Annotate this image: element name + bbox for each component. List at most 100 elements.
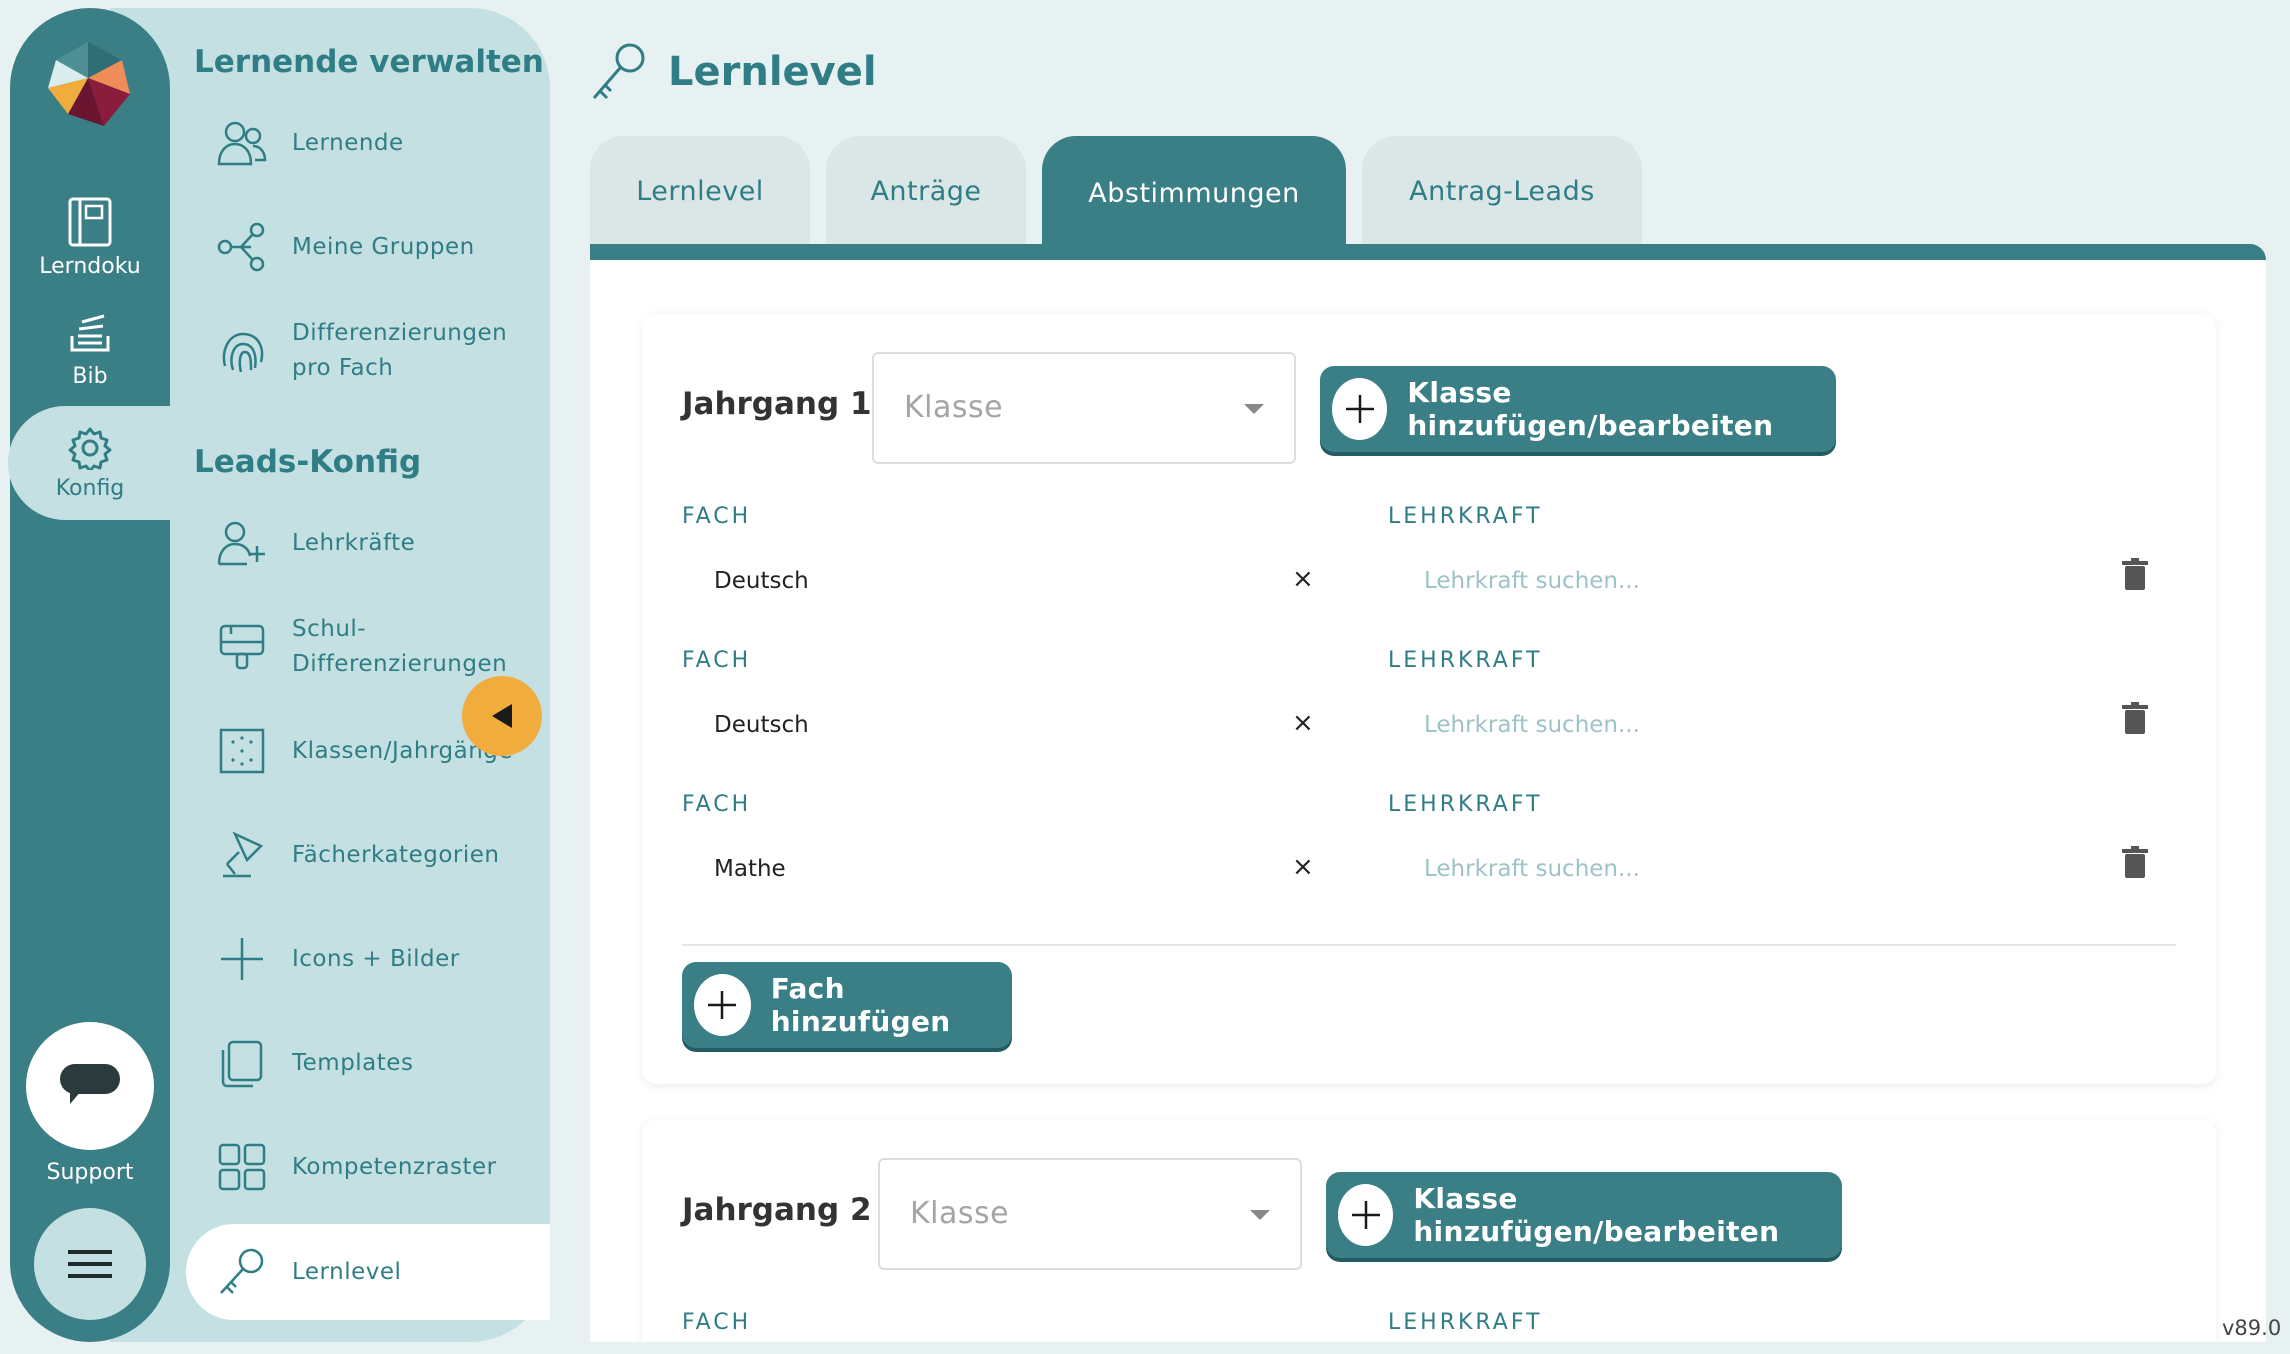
sidebar-item-lehrkraefte[interactable]: Lehrkräfte xyxy=(170,498,550,588)
sidebar-section-title: Lernende verwalten xyxy=(194,44,544,80)
sidebar-item-label: Templates xyxy=(292,1049,414,1076)
notebook-icon xyxy=(68,197,112,247)
sidebar-item-label: Lernende xyxy=(292,129,404,156)
fach-value[interactable]: Deutsch xyxy=(714,568,809,594)
lehrkraft-label: LEHRKRAFT xyxy=(1388,1310,1543,1335)
fach-value[interactable]: Deutsch xyxy=(714,712,809,738)
rail-item-label: Bib xyxy=(72,364,108,389)
lehrkraft-search-input[interactable]: Lehrkraft suchen... xyxy=(1424,568,1640,594)
plus-icon xyxy=(694,974,751,1036)
plus-icon xyxy=(1338,1184,1394,1246)
trash-icon xyxy=(2122,702,2148,734)
sidebar-item-faecherkategorien[interactable]: Fächerkategorien xyxy=(170,810,550,900)
grid-icon xyxy=(216,1141,268,1193)
gear-icon xyxy=(68,427,112,470)
tab-antrag-leads[interactable]: Antrag-Leads xyxy=(1362,136,1642,246)
jahrgang-card: Jahrgang 2 Klasse Klasse hinzufügen/bear… xyxy=(642,1120,2216,1342)
lehrkraft-label: LEHRKRAFT xyxy=(1388,792,1543,817)
delete-row-button[interactable] xyxy=(2122,846,2148,882)
delete-row-button[interactable] xyxy=(2122,558,2148,594)
fingerprint-icon xyxy=(216,325,268,377)
sidebar-section-title: Leads-Konfig xyxy=(194,444,422,480)
sidebar-item-label: Icons + Bilder xyxy=(292,945,460,972)
klasse-placeholder: Klasse xyxy=(910,1196,1010,1231)
sidebar-item-label: Differenzierungen pro Fach xyxy=(292,320,508,381)
sidebar-item-label: Lehrkräfte xyxy=(292,529,416,556)
plus-icon xyxy=(1332,378,1388,440)
hamburger-icon xyxy=(68,1250,112,1278)
chevron-down-icon xyxy=(1250,1210,1270,1220)
clear-fach-button[interactable]: × xyxy=(1292,564,1314,594)
support-label: Support xyxy=(46,1160,134,1185)
plus-icon xyxy=(216,933,268,985)
tab-lernlevel[interactable]: Lernlevel xyxy=(590,136,810,246)
triangle-left-icon xyxy=(492,704,512,728)
trash-icon xyxy=(2122,846,2148,878)
fach-label: FACH xyxy=(682,648,752,673)
add-subject-label: Fach hinzufügen xyxy=(770,972,951,1038)
add-class-label: Klasse hinzufügen/bearbeiten xyxy=(1407,376,1774,442)
fach-label: FACH xyxy=(682,504,752,529)
key-icon xyxy=(592,43,645,100)
lehrkraft-label: LEHRKRAFT xyxy=(1388,648,1543,673)
sidebar-item-lernlevel[interactable]: Lernlevel xyxy=(186,1224,550,1320)
lehrkraft-search-input[interactable]: Lehrkraft suchen... xyxy=(1424,856,1640,882)
add-subject-button[interactable]: Fach hinzufügen xyxy=(682,962,1012,1048)
library-icon xyxy=(70,314,110,352)
sidebar-item-kompetenzraster[interactable]: Kompetenzraster xyxy=(170,1122,550,1212)
fach-label: FACH xyxy=(682,792,752,817)
sidebar-item-icons-bilder[interactable]: Icons + Bilder xyxy=(170,914,550,1004)
support-button[interactable] xyxy=(26,1022,154,1150)
desk-lamp-icon xyxy=(216,829,268,881)
jahrgang-label: Jahrgang 1 xyxy=(682,386,872,422)
clear-fach-button[interactable]: × xyxy=(1292,852,1314,882)
klasse-select[interactable]: Klasse xyxy=(878,1158,1302,1270)
add-class-button[interactable]: Klasse hinzufügen/bearbeiten xyxy=(1326,1172,1842,1258)
sidebar-item-label: Schul- Differenzierungen xyxy=(292,616,508,677)
add-class-button[interactable]: Klasse hinzufügen/bearbeiten xyxy=(1320,366,1836,452)
paint-roller-icon xyxy=(216,621,268,673)
main-panel: Jahrgang 1 Klasse Klasse hinzufügen/bear… xyxy=(590,260,2266,1342)
delete-row-button[interactable] xyxy=(2122,702,2148,738)
sidebar-item-templates[interactable]: Templates xyxy=(170,1018,550,1108)
rail-item-label: Konfig xyxy=(55,476,125,501)
share-nodes-icon xyxy=(216,221,268,273)
page-header: Lernlevel xyxy=(590,42,877,102)
jahrgang-card: Jahrgang 1 Klasse Klasse hinzufügen/bear… xyxy=(642,314,2216,1084)
hamburger-menu-button[interactable] xyxy=(34,1208,146,1320)
sidebar-item-lernende[interactable]: Lernende xyxy=(170,98,550,188)
divider xyxy=(682,944,2176,946)
sidebar-item-label: Kompetenzraster xyxy=(292,1153,497,1180)
grid-dots-icon xyxy=(216,725,268,777)
sidebar-item-differenzierungen-pro-fach[interactable]: Differenzierungen pro Fach xyxy=(170,306,550,396)
clear-fach-button[interactable]: × xyxy=(1292,708,1314,738)
chevron-down-icon xyxy=(1244,404,1264,414)
rail-item-bib[interactable]: Bib xyxy=(10,310,170,389)
jahrgang-label: Jahrgang 2 xyxy=(682,1192,872,1228)
tab-abstimmungen[interactable]: Abstimmungen xyxy=(1042,136,1346,250)
sidebar-item-label: Lernlevel xyxy=(292,1258,402,1285)
rail-item-lerndoku[interactable]: Lerndoku xyxy=(10,196,170,279)
tab-antraege[interactable]: Anträge xyxy=(826,136,1026,246)
fach-value[interactable]: Mathe xyxy=(714,856,786,882)
sidebar-item-label: Fächerkategorien xyxy=(292,841,500,868)
key-icon xyxy=(216,1246,268,1298)
trash-icon xyxy=(2122,558,2148,590)
tab-underline xyxy=(590,244,2266,260)
rail-item-konfig[interactable]: Konfig xyxy=(10,426,170,501)
chat-bubble-icon xyxy=(60,1064,120,1104)
lehrkraft-label: LEHRKRAFT xyxy=(1388,504,1543,529)
copy-icon xyxy=(216,1037,268,1089)
klasse-select[interactable]: Klasse xyxy=(872,352,1296,464)
app-logo[interactable] xyxy=(42,38,134,130)
fach-label: FACH xyxy=(682,1310,752,1335)
klasse-placeholder: Klasse xyxy=(904,390,1004,425)
collapse-sidebar-button[interactable] xyxy=(462,676,542,756)
lehrkraft-search-input[interactable]: Lehrkraft suchen... xyxy=(1424,712,1640,738)
sidebar-item-meine-gruppen[interactable]: Meine Gruppen xyxy=(170,202,550,292)
user-plus-icon xyxy=(216,517,268,569)
sidebar-item-label: Meine Gruppen xyxy=(292,233,475,260)
page-title: Lernlevel xyxy=(668,49,877,95)
add-class-label: Klasse hinzufügen/bearbeiten xyxy=(1413,1182,1780,1248)
version-label: v89.0 xyxy=(2222,1316,2282,1340)
